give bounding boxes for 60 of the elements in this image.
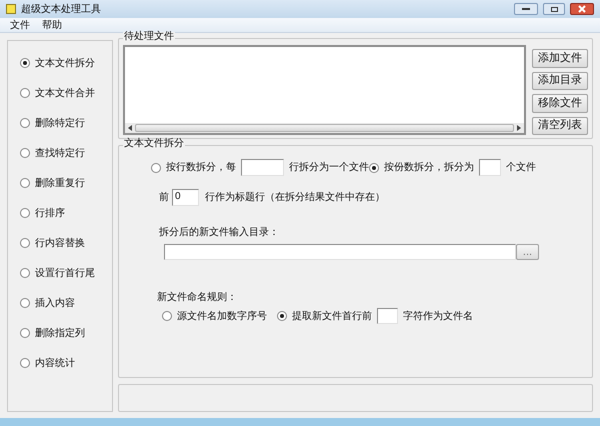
input-field[interactable]: 0 — [172, 189, 199, 206]
input-field[interactable] — [479, 159, 501, 176]
function-option[interactable]: 内容统计 — [35, 356, 75, 370]
group-title: 待处理文件 — [123, 32, 175, 42]
push-button[interactable]: ... — [516, 244, 539, 260]
function-option[interactable]: 查找特定行 — [35, 146, 85, 160]
radio-button[interactable] — [20, 118, 30, 128]
menu-item[interactable]: 文件 — [10, 18, 30, 32]
window-title: 超级文本处理工具 — [21, 2, 101, 16]
menu-item[interactable]: 帮助 — [42, 18, 62, 32]
function-option[interactable]: 文本文件拆分 — [35, 56, 95, 70]
push-button[interactable]: 清空列表 — [532, 116, 588, 135]
input-field[interactable] — [164, 244, 516, 260]
radio-button[interactable] — [20, 328, 30, 338]
radio-button[interactable] — [20, 148, 30, 158]
radio-button[interactable] — [20, 88, 30, 98]
option-label[interactable]: 按份数拆分，拆分为 — [384, 160, 474, 175]
input-field[interactable] — [241, 159, 284, 176]
radio-button[interactable] — [369, 162, 379, 172]
option-label[interactable]: 提取新文件首行前 — [292, 308, 372, 324]
horizontal-scrollbar[interactable] — [125, 123, 524, 133]
close-button[interactable] — [570, 3, 594, 15]
group-title: 文本文件拆分 — [123, 139, 185, 149]
option-suffix: 行拆分为一个文件 — [289, 160, 369, 175]
radio-button[interactable] — [20, 208, 30, 218]
option-label[interactable]: 源文件名加数字序号 — [177, 308, 267, 324]
scroll-right-icon[interactable] — [517, 125, 521, 131]
scroll-left-icon[interactable] — [128, 125, 132, 131]
option-suffix: 个文件 — [506, 160, 536, 175]
radio-button[interactable] — [20, 298, 30, 308]
field-label: 行作为标题行（在拆分结果文件中存在） — [205, 190, 385, 205]
function-option[interactable]: 文本文件合并 — [35, 86, 95, 100]
field-label: 前 — [159, 191, 169, 205]
function-option[interactable]: 插入内容 — [35, 296, 75, 310]
field-label: 拆分后的新文件输入目录： — [159, 226, 280, 240]
radio-button[interactable] — [277, 311, 287, 321]
push-button[interactable]: 移除文件 — [532, 94, 588, 112]
function-option[interactable]: 行排序 — [35, 206, 65, 220]
radio-button[interactable] — [20, 238, 30, 248]
function-option[interactable]: 删除特定行 — [35, 116, 85, 130]
radio-button[interactable] — [20, 178, 30, 188]
radio-button[interactable] — [20, 58, 30, 68]
radio-button[interactable] — [20, 358, 30, 368]
minimize-button[interactable] — [514, 3, 538, 15]
option-label[interactable]: 按行数拆分，每 — [166, 160, 236, 175]
input-field[interactable] — [377, 308, 398, 324]
radio-button[interactable] — [162, 311, 172, 321]
radio-button[interactable] — [151, 162, 161, 172]
push-button[interactable]: 添加文件 — [532, 49, 588, 68]
app-icon — [6, 4, 16, 14]
field-label: 新文件命名规则： — [157, 290, 238, 305]
close-icon — [578, 5, 586, 13]
function-option[interactable]: 删除重复行 — [35, 176, 85, 190]
option-suffix: 字符作为文件名 — [403, 310, 473, 324]
push-button[interactable]: 添加目录 — [532, 72, 588, 90]
function-option[interactable]: 行内容替换 — [35, 236, 85, 250]
maximize-button[interactable] — [543, 3, 565, 15]
radio-button[interactable] — [20, 268, 30, 278]
function-option[interactable]: 删除指定列 — [35, 326, 85, 340]
function-option[interactable]: 设置行首行尾 — [35, 266, 95, 280]
